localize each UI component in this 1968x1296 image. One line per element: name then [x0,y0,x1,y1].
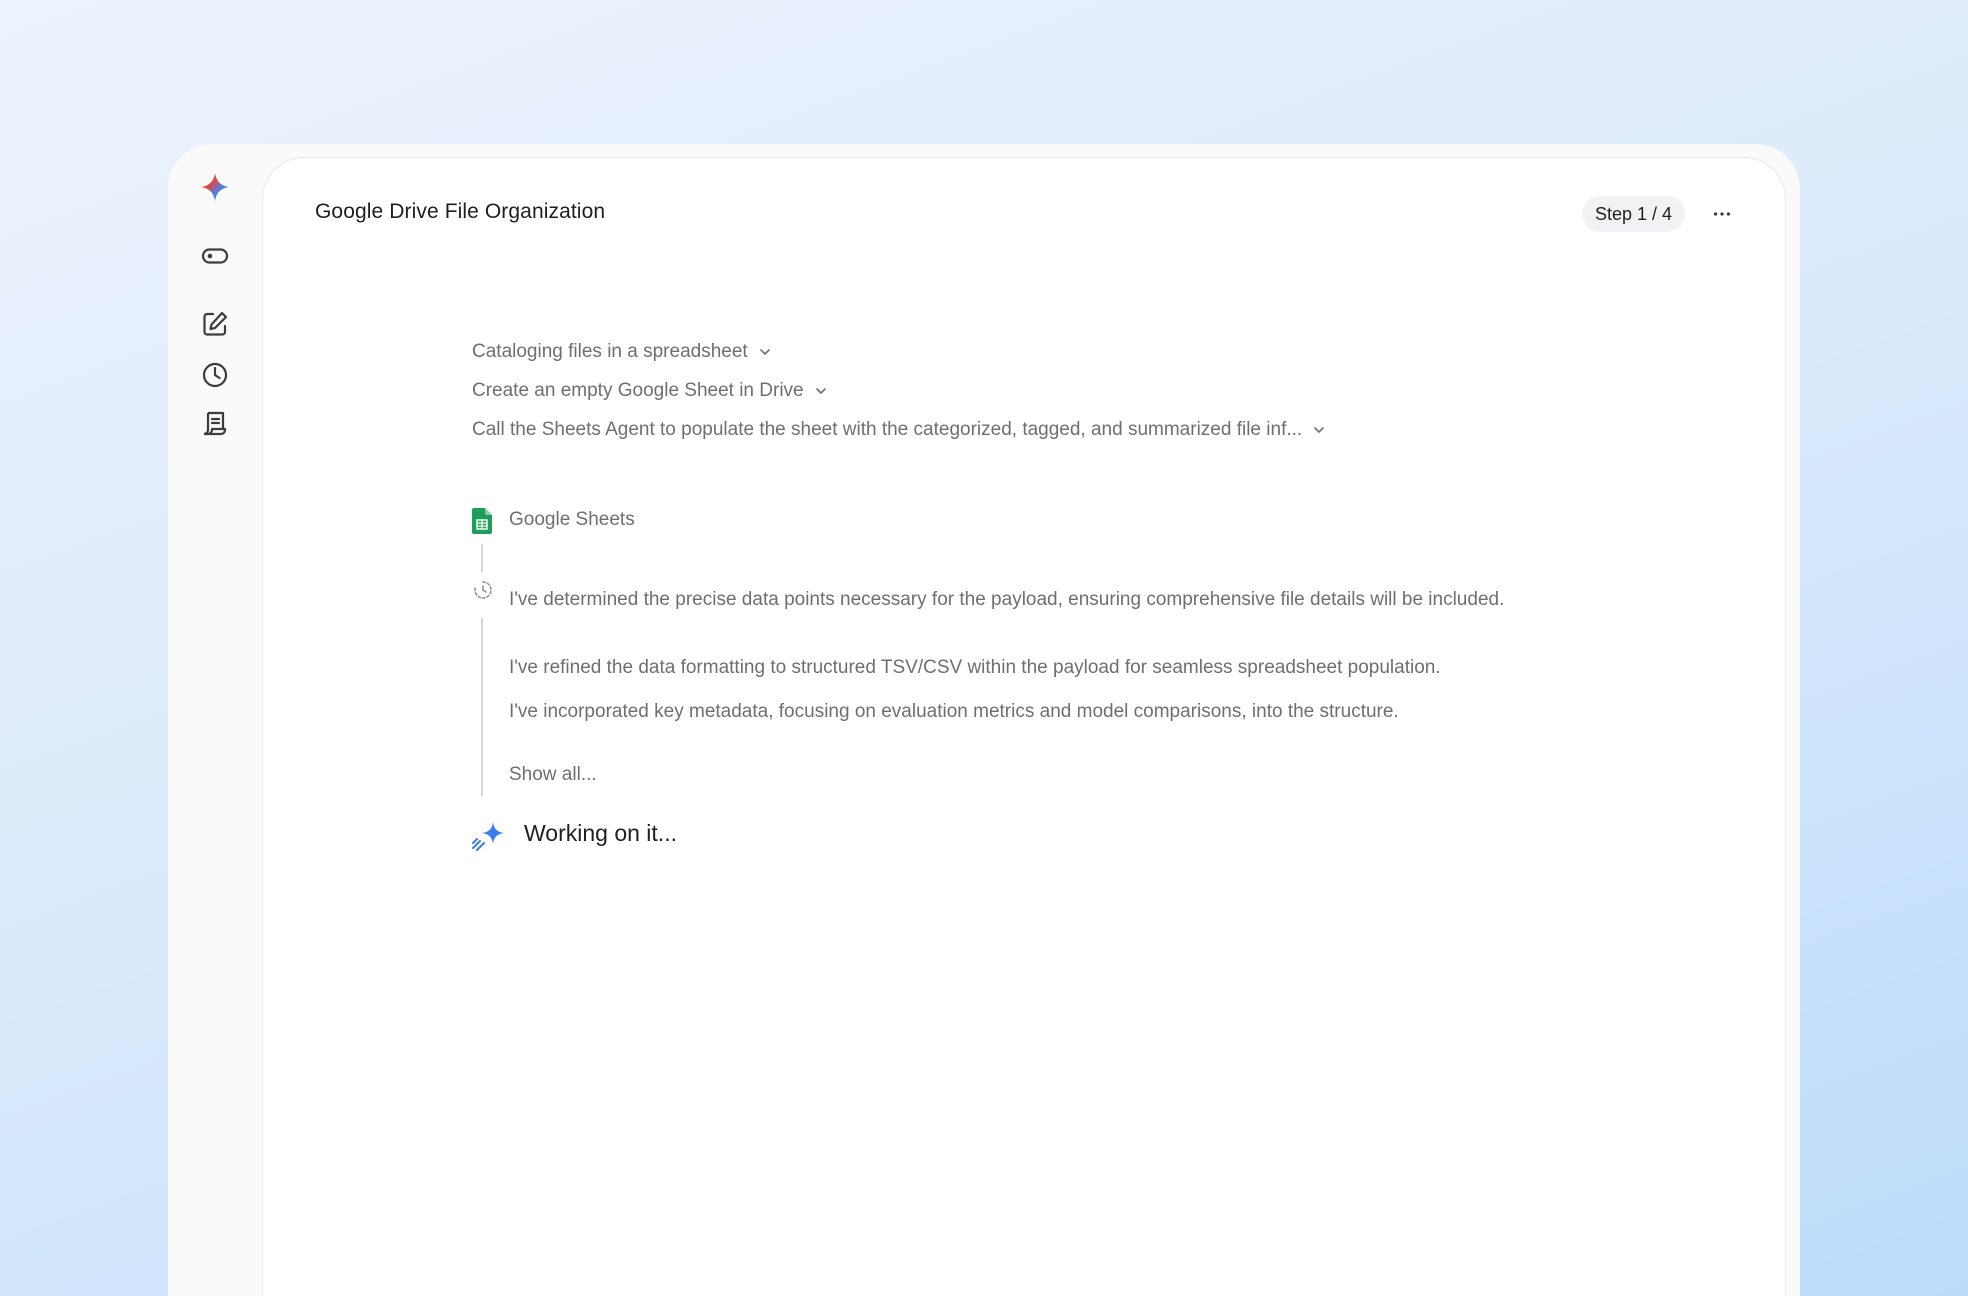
toggle-icon[interactable] [192,233,238,279]
desktop-background: Google Drive File Organization Step 1 / … [0,0,1968,1296]
step-label: Create an empty Google Sheet in Drive [472,380,804,401]
app-window: Google Drive File Organization Step 1 / … [168,144,1800,1296]
chevron-down-icon [1312,423,1326,437]
gemini-spark-icon[interactable] [192,164,238,210]
step-label: Call the Sheets Agent to populate the sh… [472,419,1303,440]
tool-name: Google Sheets [509,509,635,530]
gemini-spark-icon-graphic [200,172,230,202]
receipt-icon[interactable] [192,401,238,447]
step-item[interactable]: Call the Sheets Agent to populate the sh… [472,419,1326,441]
tool-call [472,508,492,534]
sparkle-working-icon [472,822,504,851]
timeline-connector [481,618,483,796]
task-progress: Cataloging files in a spreadsheet Create… [263,158,1785,1296]
thought-line: I've refined the data formatting to stru… [509,657,1441,678]
timeline-connector [481,544,483,572]
thinking-clock-icon [474,581,492,599]
step-item[interactable]: Create an empty Google Sheet in Drive [472,380,828,402]
thought-line: I've incorporated key metadata, focusing… [509,701,1399,722]
chevron-down-icon [814,384,828,398]
chevron-down-icon [758,345,772,359]
thought-line: I've determined the precise data points … [509,589,1505,610]
main-panel: Google Drive File Organization Step 1 / … [262,157,1786,1296]
edit-icon[interactable] [192,301,238,347]
history-icon[interactable] [192,352,238,398]
side-rail [168,144,262,1296]
step-label: Cataloging files in a spreadsheet [472,341,748,362]
show-all-link[interactable]: Show all... [509,764,597,786]
google-sheets-icon [472,508,492,534]
status-text: Working on it... [524,820,677,846]
step-item[interactable]: Cataloging files in a spreadsheet [472,341,772,363]
